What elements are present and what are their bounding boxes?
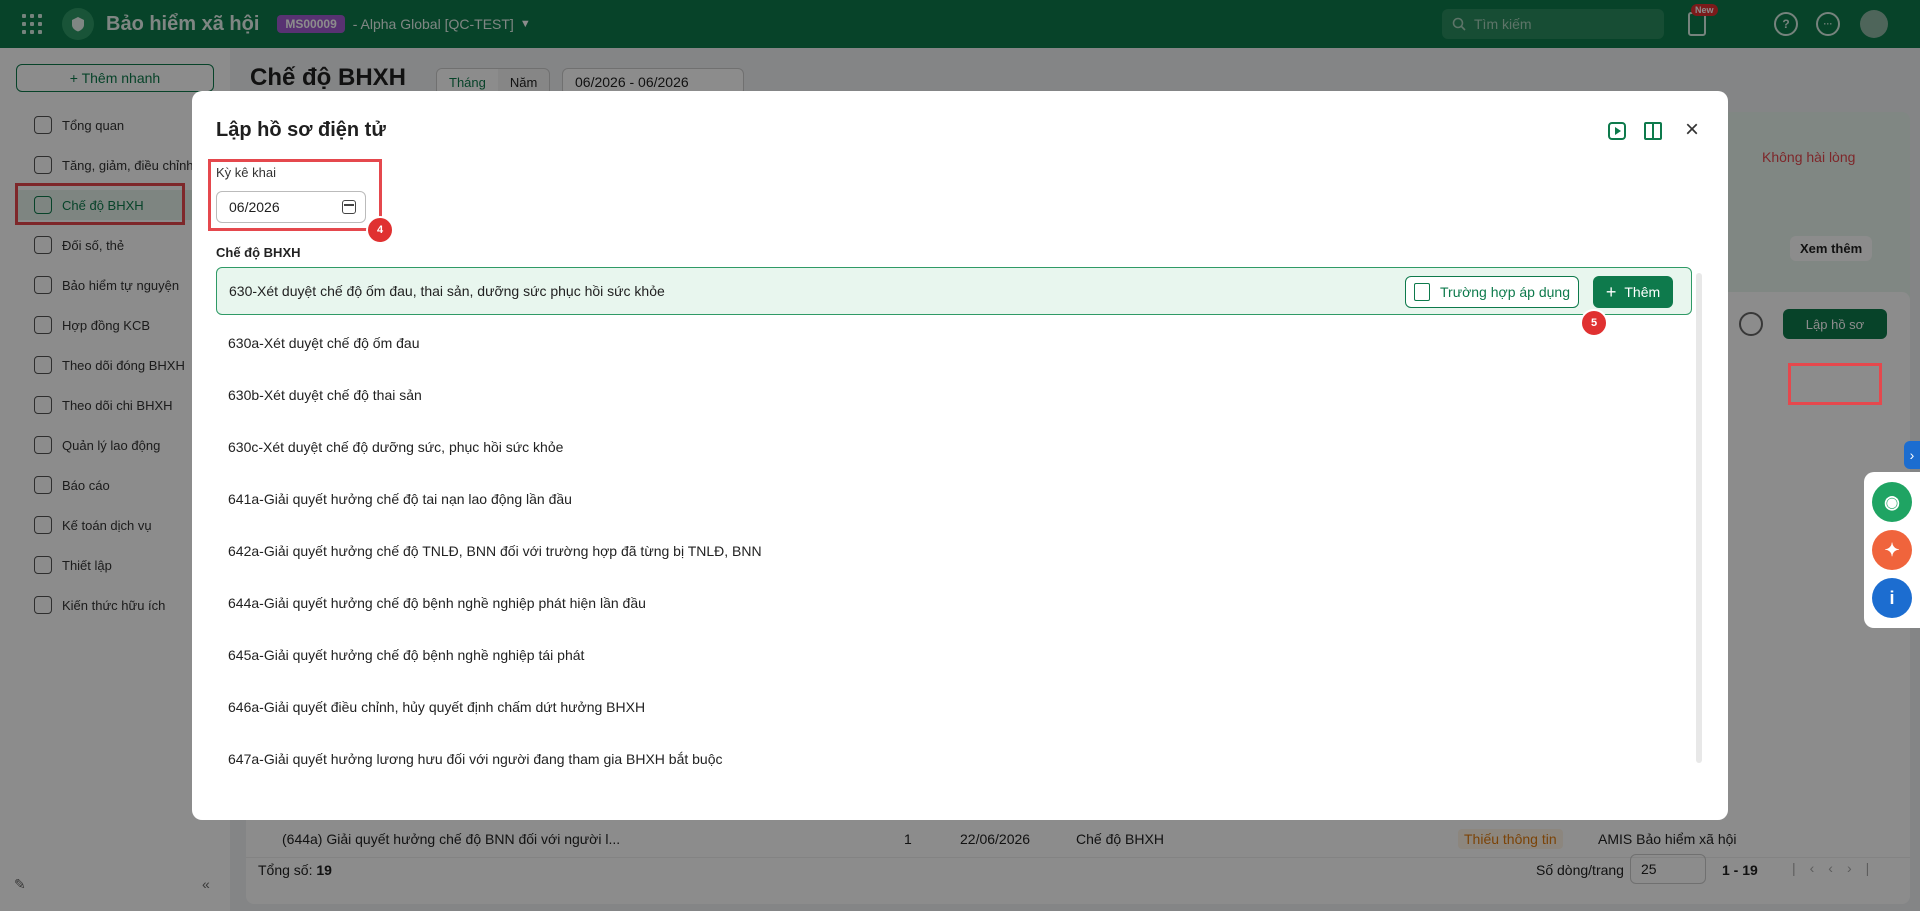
help-book-icon[interactable] [1644,122,1662,140]
list-scrollbar[interactable] [1696,273,1702,763]
list-item[interactable]: 644a - Giải quyết hưởng chế độ bệnh nghề … [216,579,1692,627]
item-label: Xét duyệt chế độ ốm đau, thai sản, dưỡng… [257,283,665,299]
item-code: 647a [228,751,260,767]
step-badge-4: 4 [366,216,394,244]
list-item[interactable]: 630- Xét duyệt chế độ ốm đau, thai sản, … [216,267,1692,315]
add-highlight-box [1788,363,1882,405]
list-item[interactable]: 645a - Giải quyết hưởng chế độ bệnh nghề … [216,631,1692,679]
item-code: 646a [228,699,260,715]
item-label: Xét duyệt chế độ ốm đau [263,335,420,351]
list-item[interactable]: 630b - Xét duyệt chế độ thai sản [216,371,1692,419]
calendar-icon[interactable] [342,200,356,214]
section-label: Chế độ BHXH [216,245,301,260]
list-item[interactable]: 646a - Giải quyết điều chỉnh, hủy quyết đ… [216,683,1692,731]
item-code: 630b [228,387,260,403]
item-label: Giải quyết hưởng chế độ tai nạn lao động… [263,491,572,507]
list-item[interactable]: 630c - Xét duyệt chế độ dưỡng sức, phục h… [216,423,1692,471]
item-code: 630 [229,283,253,299]
list-item[interactable]: 642a - Giải quyết hưởng chế độ TNLĐ, BNN … [216,527,1692,575]
item-code: 641a [228,491,260,507]
dialog-title: Lập hồ sơ điện tử [216,119,386,141]
applicable-cases-label: Trường hợp áp dụng [1440,284,1570,300]
list-item[interactable]: 641a - Giải quyết hưởng chế độ tai nạn la… [216,475,1692,523]
ai-sparkle-icon[interactable]: ✦ [1872,530,1912,570]
item-code: 630c [228,439,259,455]
chatbot-icon[interactable]: ◉ [1872,482,1912,522]
floating-tools: ◉ ✦ i [1864,472,1920,628]
close-icon[interactable]: × [1680,118,1704,142]
expand-panel-icon[interactable]: › [1904,441,1920,469]
list-item[interactable]: 647a - Giải quyết hưởng lương hưu đối với… [216,735,1692,783]
applicable-cases-button[interactable]: Trường hợp áp dụng [1405,276,1579,308]
period-input[interactable]: 06/2026 [216,191,366,223]
step-badge-5: 5 [1580,309,1608,337]
list-item[interactable]: 630a - Xét duyệt chế độ ốm đau [216,319,1692,367]
add-button-label: Thêm [1624,284,1661,300]
create-e-record-dialog: Lập hồ sơ điện tử × Kỳ kê khai 06/2026 4… [192,91,1882,820]
plus-icon: + [1605,281,1617,302]
item-label: Xét duyệt chế độ thai sản [263,387,422,403]
document-icon [1414,283,1431,301]
info-icon[interactable]: i [1872,578,1912,618]
period-value: 06/2026 [229,199,280,215]
item-code: 644a [228,595,260,611]
video-guide-icon[interactable] [1608,122,1626,140]
item-label: Giải quyết hưởng chế độ bệnh nghề nghiệp… [263,595,646,611]
benefit-list: 630- Xét duyệt chế độ ốm đau, thai sản, … [216,267,1702,797]
add-button[interactable]: + Thêm [1593,276,1673,308]
item-label: Giải quyết hưởng chế độ bệnh nghề nghiệp… [263,647,585,663]
item-label: Giải quyết điều chỉnh, hủy quyết định ch… [263,699,646,715]
period-label: Kỳ kê khai [216,165,276,180]
item-code: 630a [228,335,260,351]
item-label: Xét duyệt chế độ dưỡng sức, phục hồi sức… [263,439,564,455]
item-code: 645a [228,647,260,663]
item-label: Giải quyết hưởng chế độ TNLĐ, BNN đối vớ… [263,543,762,559]
item-code: 642a [228,543,260,559]
item-label: Giải quyết hưởng lương hưu đối với người… [263,751,723,767]
